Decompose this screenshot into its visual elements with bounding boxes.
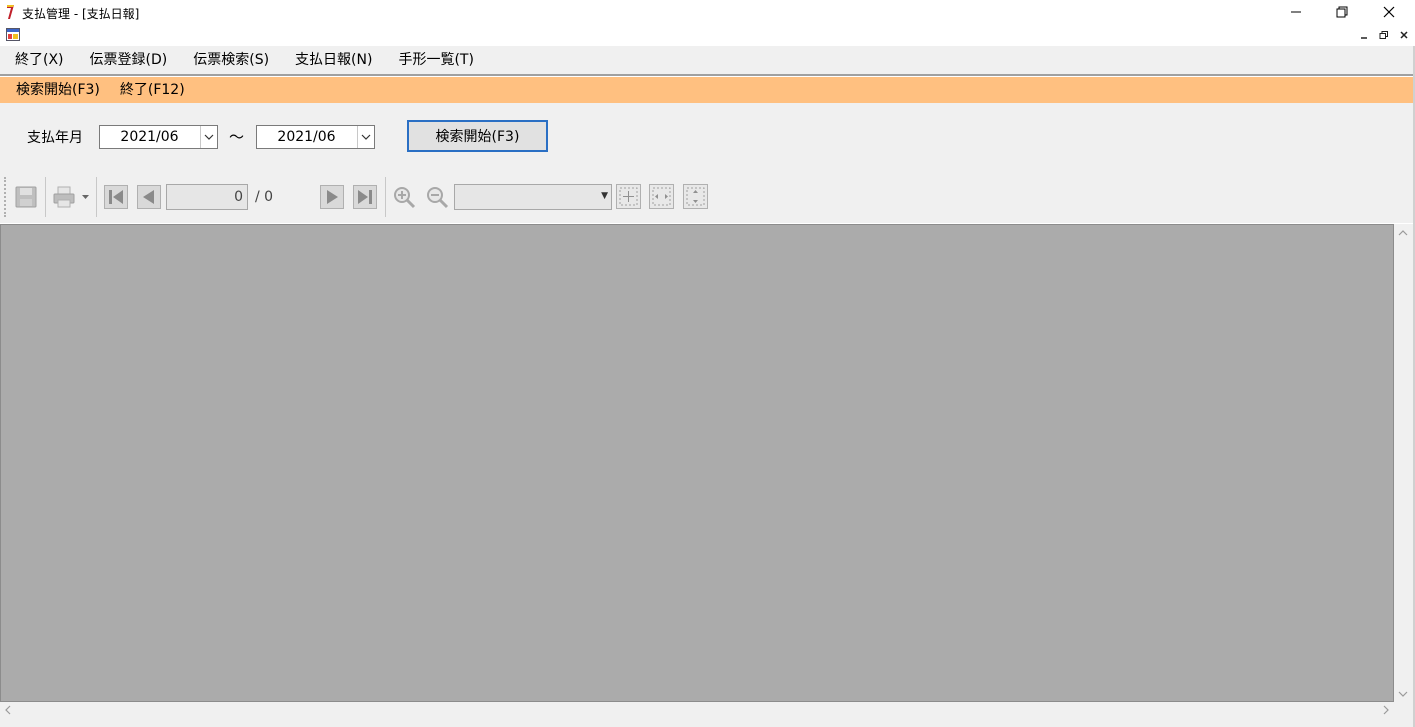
report-viewer-canvas[interactable]: [0, 224, 1394, 702]
menu-voucher-search[interactable]: 伝票検索(S): [182, 46, 280, 74]
payment-month-to-select[interactable]: 2021/06: [256, 125, 375, 149]
prev-page-icon[interactable]: [137, 185, 161, 209]
mdi-minimize-button[interactable]: [1356, 28, 1372, 42]
save-icon[interactable]: [14, 185, 38, 209]
fit-height-icon: [686, 187, 705, 206]
last-page-icon[interactable]: [353, 185, 377, 209]
window-title: 支払管理 - [支払日報]: [22, 7, 140, 21]
chevron-down-icon[interactable]: [357, 126, 374, 148]
zoom-in-icon[interactable]: [392, 185, 416, 209]
restore-button[interactable]: [1319, 0, 1365, 24]
menu-voucher-register[interactable]: 伝票登録(D): [79, 46, 179, 74]
status-strip: [0, 721, 1413, 727]
close-icon: [1400, 31, 1408, 39]
next-page-icon[interactable]: [320, 185, 344, 209]
fit-height-button[interactable]: [683, 184, 708, 209]
first-page-icon[interactable]: [104, 185, 128, 209]
restore-icon: [1336, 6, 1348, 18]
search-start-button[interactable]: 検索開始(F3): [407, 120, 548, 152]
close-icon: [1383, 6, 1395, 18]
fit-width-button[interactable]: [649, 184, 674, 209]
scroll-up-icon[interactable]: [1398, 228, 1408, 239]
scroll-down-icon[interactable]: [1398, 689, 1408, 700]
report-viewer-toolbar: 0 / 0 ▼: [0, 171, 1413, 223]
zoom-select[interactable]: ▼: [454, 184, 612, 210]
horizontal-scrollbar[interactable]: [0, 702, 1394, 721]
menu-bill-list[interactable]: 手形一覧(T): [387, 46, 484, 74]
mdi-close-button[interactable]: [1396, 28, 1412, 42]
toolbar-separator: [45, 177, 46, 217]
menu-bar: 終了(X) 伝票登録(D) 伝票検索(S) 支払日報(N) 手形一覧(T): [0, 46, 1415, 76]
total-pages-label: / 0: [255, 189, 274, 205]
toolbar-grip[interactable]: [4, 177, 7, 217]
app-icon: [7, 5, 14, 19]
scroll-left-icon[interactable]: [5, 705, 11, 718]
function-key-bar: 検索開始(F3) 終了(F12): [0, 77, 1413, 103]
print-icon[interactable]: [52, 185, 76, 209]
mdi-restore-button[interactable]: [1376, 28, 1392, 42]
restore-icon: [1379, 31, 1388, 39]
fit-page-button[interactable]: [616, 184, 641, 209]
search-criteria-panel: 支払年月 2021/06 ～ 2021/06 検索開始(F3): [0, 103, 1413, 171]
payment-month-label: 支払年月: [27, 130, 83, 146]
vertical-scrollbar[interactable]: [1394, 224, 1413, 702]
fkey-search-start[interactable]: 検索開始(F3): [0, 77, 110, 103]
minimize-button[interactable]: [1273, 0, 1319, 24]
fit-page-icon: [619, 187, 638, 206]
toolbar-separator: [96, 177, 97, 217]
menu-exit[interactable]: 終了(X): [4, 46, 75, 74]
print-dropdown-icon[interactable]: [78, 185, 92, 209]
title-bar: 支払管理 - [支払日報]: [0, 0, 1415, 26]
payment-month-from-select[interactable]: 2021/06: [99, 125, 218, 149]
current-page-input[interactable]: 0: [166, 184, 248, 210]
minimize-icon: [1291, 11, 1301, 13]
mdi-control-row: [0, 26, 1415, 46]
scrollbar-corner: [1394, 702, 1413, 721]
zoom-out-icon[interactable]: [425, 185, 449, 209]
range-separator: ～: [229, 128, 245, 146]
document-window-icon: [6, 28, 20, 41]
payment-month-to-value: 2021/06: [277, 129, 336, 145]
menu-payment-daily-report[interactable]: 支払日報(N): [284, 46, 383, 74]
fkey-exit[interactable]: 終了(F12): [110, 77, 195, 103]
scroll-right-icon[interactable]: [1383, 705, 1389, 718]
chevron-down-icon[interactable]: ▼: [601, 191, 608, 201]
minimize-icon: [1361, 37, 1367, 39]
chevron-down-icon[interactable]: [200, 126, 217, 148]
toolbar-separator: [385, 177, 386, 217]
fit-width-icon: [652, 187, 671, 206]
close-button[interactable]: [1366, 0, 1412, 24]
payment-month-from-value: 2021/06: [120, 129, 179, 145]
